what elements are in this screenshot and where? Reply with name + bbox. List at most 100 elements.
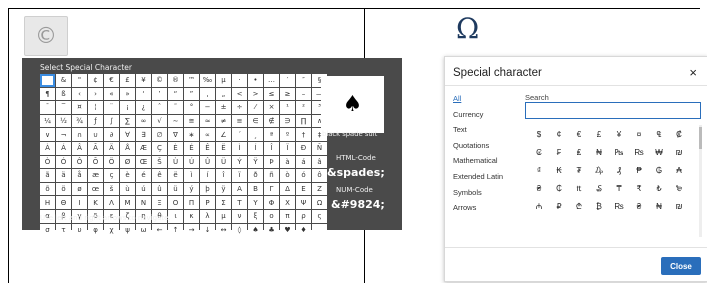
character-cell[interactable]: ∅ [152, 128, 167, 141]
character-cell[interactable]: ∝ [200, 128, 215, 141]
character-cell[interactable]: ≈ [200, 114, 215, 128]
character-cell[interactable]: ₳ [669, 161, 689, 179]
character-cell[interactable]: Δ [280, 182, 295, 196]
character-cell[interactable]: ∞ [136, 114, 151, 128]
character-cell[interactable]: √ [152, 114, 167, 128]
character-cell[interactable]: Ð [296, 141, 311, 155]
character-cell[interactable]: ₻ [669, 179, 689, 197]
character-cell[interactable]: ý [184, 182, 199, 196]
character-cell[interactable]: Μ [120, 196, 135, 209]
character-cell[interactable]: ” [184, 87, 199, 101]
character-cell[interactable]: £ [589, 125, 609, 143]
close-button[interactable]: Close [661, 257, 701, 275]
character-cell[interactable]: λ [200, 209, 215, 223]
character-cell[interactable]: ª [264, 128, 279, 141]
character-cell[interactable]: ’ [152, 87, 167, 101]
character-cell[interactable]: Η [40, 196, 55, 209]
character-cell[interactable]: … [264, 74, 279, 87]
character-cell[interactable]: Í [248, 141, 263, 155]
character-cell[interactable]: ® [168, 74, 183, 87]
character-cell[interactable]: ∀ [120, 128, 135, 141]
character-cell[interactable]: À [40, 141, 55, 155]
character-cell[interactable]: ₧ [609, 143, 629, 161]
character-cell[interactable]: ς [312, 209, 327, 223]
character-cell[interactable]: Ô [72, 155, 87, 169]
character-cell[interactable]: ‘ [136, 87, 151, 101]
character-cell[interactable]: υ [72, 223, 87, 237]
character-cell[interactable]: õ [40, 182, 55, 196]
character-cell[interactable]: ∑ [120, 114, 135, 128]
character-cell[interactable]: & [56, 74, 71, 87]
character-cell[interactable]: ₮ [569, 161, 589, 179]
character-cell[interactable]: ∼ [168, 114, 183, 128]
character-cell[interactable]: È [168, 141, 183, 155]
character-cell[interactable]: ₸ [609, 179, 629, 197]
character-cell[interactable]: Σ [216, 196, 231, 209]
character-cell[interactable]: ´ [232, 128, 247, 141]
character-cell[interactable]: ¸ [248, 128, 263, 141]
scrollbar-thumb[interactable] [699, 127, 702, 149]
category-item[interactable]: All [453, 91, 503, 107]
character-cell[interactable]: Ζ [312, 182, 327, 196]
character-cell[interactable]: ä [56, 169, 71, 182]
character-cell[interactable]: î [216, 169, 231, 182]
character-cell[interactable]: ο [264, 209, 279, 223]
character-cell[interactable]: ₤ [569, 143, 589, 161]
character-cell[interactable]: Ú [184, 155, 199, 169]
character-cell[interactable]: Χ [280, 196, 295, 209]
character-cell[interactable]: – [296, 87, 311, 101]
character-cell[interactable]: ∂ [104, 128, 119, 141]
character-cell[interactable]: Ï [280, 141, 295, 155]
character-cell[interactable]: Š [152, 155, 167, 169]
character-cell[interactable]: ₨ [609, 197, 629, 215]
character-cell[interactable]: ¾ [72, 114, 87, 128]
character-cell[interactable]: œ [88, 182, 103, 196]
character-cell[interactable]: › [88, 87, 103, 101]
character-cell[interactable]: ∇ [168, 128, 183, 141]
character-cell[interactable]: Ñ [312, 141, 327, 155]
character-cell[interactable]: ≅ [184, 114, 199, 128]
character-cell[interactable]: Θ [56, 196, 71, 209]
character-cell[interactable]: − [200, 101, 215, 114]
character-cell[interactable]: ₡ [669, 125, 689, 143]
character-cell[interactable]: ψ [120, 223, 135, 237]
character-cell[interactable]: Ö [104, 155, 119, 169]
character-cell[interactable]: ν [232, 209, 247, 223]
character-cell[interactable]: ∩ [72, 128, 87, 141]
character-cell[interactable]: ∉ [264, 114, 279, 128]
character-cell[interactable]: ‚ [200, 87, 215, 101]
character-cell[interactable]: É [184, 141, 199, 155]
character-cell[interactable]: £ [120, 74, 135, 87]
category-item[interactable]: Extended Latin [453, 169, 503, 185]
character-cell[interactable]: ð [248, 169, 263, 182]
character-cell[interactable]: ¤ [72, 101, 87, 114]
character-cell[interactable]: å [72, 169, 87, 182]
character-cell[interactable]: ò [280, 169, 295, 182]
character-cell[interactable]: ≡ [232, 114, 247, 128]
character-cell[interactable]: ♥ [280, 223, 295, 237]
character-cell[interactable]: ↓ [200, 223, 215, 237]
character-cell[interactable]: µ [216, 74, 231, 87]
character-cell[interactable]: Ÿ [248, 155, 263, 169]
character-cell[interactable]: ù [120, 182, 135, 196]
character-cell[interactable]: ø [72, 182, 87, 196]
character-cell[interactable]: ∨ [40, 128, 55, 141]
character-cell[interactable]: à [280, 155, 295, 169]
character-cell[interactable]: ′ [280, 74, 295, 87]
character-cell[interactable]: Λ [104, 196, 119, 209]
character-cell[interactable]: ö [56, 182, 71, 196]
character-cell[interactable]: € [104, 74, 119, 87]
character-cell[interactable]: ¶ [40, 87, 55, 101]
character-cell[interactable]: ¥ [136, 74, 151, 87]
character-cell[interactable]: ₽ [549, 197, 569, 215]
character-cell[interactable]: ⁄ [248, 101, 263, 114]
character-cell[interactable]: ‰ [200, 74, 215, 87]
character-cell[interactable]: ‾ [56, 101, 71, 114]
character-cell[interactable]: ₿ [589, 197, 609, 215]
character-cell[interactable]: Ç [152, 141, 167, 155]
category-item[interactable]: Text [453, 122, 503, 138]
character-cell[interactable]: Á [56, 141, 71, 155]
character-cell[interactable]: ₾ [569, 197, 589, 215]
character-cell[interactable]: Γ [264, 182, 279, 196]
character-cell[interactable]: ∈ [248, 114, 263, 128]
